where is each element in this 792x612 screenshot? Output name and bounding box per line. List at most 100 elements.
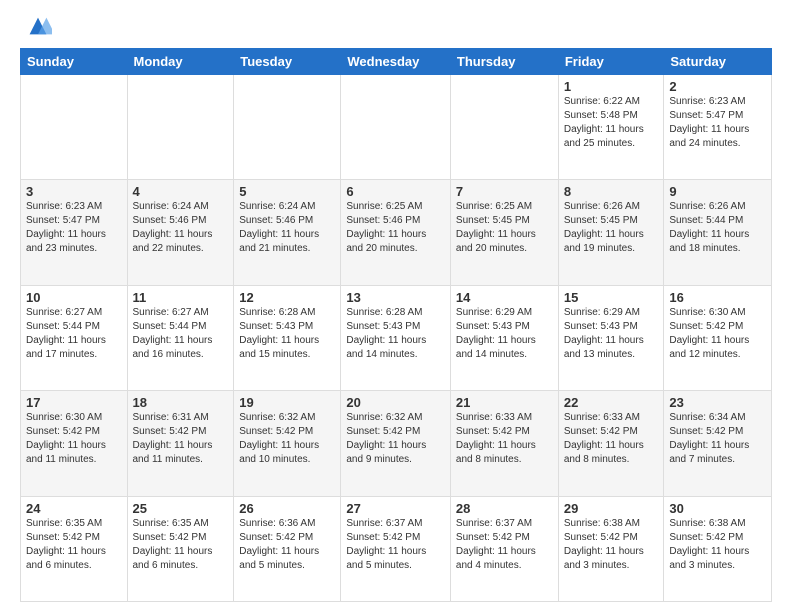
day-number: 8 [564,184,659,199]
calendar-cell: 24Sunrise: 6:35 AM Sunset: 5:42 PM Dayli… [21,496,128,601]
calendar-cell: 16Sunrise: 6:30 AM Sunset: 5:42 PM Dayli… [664,285,772,390]
day-info: Sunrise: 6:25 AM Sunset: 5:45 PM Dayligh… [456,200,553,256]
calendar-header-thursday: Thursday [450,49,558,75]
calendar-cell: 17Sunrise: 6:30 AM Sunset: 5:42 PM Dayli… [21,391,128,496]
day-info: Sunrise: 6:33 AM Sunset: 5:42 PM Dayligh… [564,411,659,467]
calendar-cell [127,75,234,180]
calendar-cell: 15Sunrise: 6:29 AM Sunset: 5:43 PM Dayli… [558,285,664,390]
calendar-cell: 7Sunrise: 6:25 AM Sunset: 5:45 PM Daylig… [450,180,558,285]
day-info: Sunrise: 6:26 AM Sunset: 5:45 PM Dayligh… [564,200,659,256]
day-info: Sunrise: 6:24 AM Sunset: 5:46 PM Dayligh… [239,200,335,256]
calendar-cell [341,75,451,180]
day-number: 22 [564,395,659,410]
calendar-header-friday: Friday [558,49,664,75]
calendar-week-4: 24Sunrise: 6:35 AM Sunset: 5:42 PM Dayli… [21,496,772,601]
calendar-cell: 28Sunrise: 6:37 AM Sunset: 5:42 PM Dayli… [450,496,558,601]
calendar-cell: 30Sunrise: 6:38 AM Sunset: 5:42 PM Dayli… [664,496,772,601]
day-number: 29 [564,501,659,516]
calendar-cell: 4Sunrise: 6:24 AM Sunset: 5:46 PM Daylig… [127,180,234,285]
calendar-week-1: 3Sunrise: 6:23 AM Sunset: 5:47 PM Daylig… [21,180,772,285]
calendar-week-3: 17Sunrise: 6:30 AM Sunset: 5:42 PM Dayli… [21,391,772,496]
calendar-cell: 12Sunrise: 6:28 AM Sunset: 5:43 PM Dayli… [234,285,341,390]
calendar-cell: 20Sunrise: 6:32 AM Sunset: 5:42 PM Dayli… [341,391,451,496]
day-number: 5 [239,184,335,199]
day-number: 7 [456,184,553,199]
page-header [20,16,772,40]
calendar-week-2: 10Sunrise: 6:27 AM Sunset: 5:44 PM Dayli… [21,285,772,390]
day-info: Sunrise: 6:28 AM Sunset: 5:43 PM Dayligh… [346,306,445,362]
day-info: Sunrise: 6:35 AM Sunset: 5:42 PM Dayligh… [133,517,229,573]
day-number: 26 [239,501,335,516]
day-number: 18 [133,395,229,410]
day-number: 12 [239,290,335,305]
day-number: 30 [669,501,766,516]
day-info: Sunrise: 6:32 AM Sunset: 5:42 PM Dayligh… [239,411,335,467]
day-number: 6 [346,184,445,199]
day-info: Sunrise: 6:24 AM Sunset: 5:46 PM Dayligh… [133,200,229,256]
day-number: 10 [26,290,122,305]
day-info: Sunrise: 6:23 AM Sunset: 5:47 PM Dayligh… [26,200,122,256]
calendar-header-saturday: Saturday [664,49,772,75]
day-info: Sunrise: 6:27 AM Sunset: 5:44 PM Dayligh… [26,306,122,362]
calendar-header-tuesday: Tuesday [234,49,341,75]
day-number: 23 [669,395,766,410]
logo-icon [24,12,52,40]
day-number: 17 [26,395,122,410]
day-number: 14 [456,290,553,305]
calendar-table: SundayMondayTuesdayWednesdayThursdayFrid… [20,48,772,602]
day-info: Sunrise: 6:37 AM Sunset: 5:42 PM Dayligh… [456,517,553,573]
calendar-cell: 3Sunrise: 6:23 AM Sunset: 5:47 PM Daylig… [21,180,128,285]
day-info: Sunrise: 6:26 AM Sunset: 5:44 PM Dayligh… [669,200,766,256]
day-info: Sunrise: 6:31 AM Sunset: 5:42 PM Dayligh… [133,411,229,467]
calendar-cell: 26Sunrise: 6:36 AM Sunset: 5:42 PM Dayli… [234,496,341,601]
day-info: Sunrise: 6:33 AM Sunset: 5:42 PM Dayligh… [456,411,553,467]
calendar-cell: 10Sunrise: 6:27 AM Sunset: 5:44 PM Dayli… [21,285,128,390]
day-number: 20 [346,395,445,410]
calendar-header-wednesday: Wednesday [341,49,451,75]
day-number: 19 [239,395,335,410]
calendar-week-0: 1Sunrise: 6:22 AM Sunset: 5:48 PM Daylig… [21,75,772,180]
day-info: Sunrise: 6:37 AM Sunset: 5:42 PM Dayligh… [346,517,445,573]
day-info: Sunrise: 6:30 AM Sunset: 5:42 PM Dayligh… [669,306,766,362]
day-info: Sunrise: 6:30 AM Sunset: 5:42 PM Dayligh… [26,411,122,467]
calendar-cell: 14Sunrise: 6:29 AM Sunset: 5:43 PM Dayli… [450,285,558,390]
calendar-cell: 27Sunrise: 6:37 AM Sunset: 5:42 PM Dayli… [341,496,451,601]
day-info: Sunrise: 6:36 AM Sunset: 5:42 PM Dayligh… [239,517,335,573]
calendar-cell: 1Sunrise: 6:22 AM Sunset: 5:48 PM Daylig… [558,75,664,180]
calendar-header-row: SundayMondayTuesdayWednesdayThursdayFrid… [21,49,772,75]
calendar-cell: 22Sunrise: 6:33 AM Sunset: 5:42 PM Dayli… [558,391,664,496]
day-info: Sunrise: 6:38 AM Sunset: 5:42 PM Dayligh… [669,517,766,573]
day-number: 27 [346,501,445,516]
day-number: 2 [669,79,766,94]
day-info: Sunrise: 6:22 AM Sunset: 5:48 PM Dayligh… [564,95,659,151]
day-info: Sunrise: 6:27 AM Sunset: 5:44 PM Dayligh… [133,306,229,362]
day-info: Sunrise: 6:35 AM Sunset: 5:42 PM Dayligh… [26,517,122,573]
day-info: Sunrise: 6:38 AM Sunset: 5:42 PM Dayligh… [564,517,659,573]
day-number: 28 [456,501,553,516]
day-number: 16 [669,290,766,305]
day-info: Sunrise: 6:29 AM Sunset: 5:43 PM Dayligh… [564,306,659,362]
calendar-cell: 13Sunrise: 6:28 AM Sunset: 5:43 PM Dayli… [341,285,451,390]
logo [20,16,52,40]
calendar-cell: 21Sunrise: 6:33 AM Sunset: 5:42 PM Dayli… [450,391,558,496]
day-number: 1 [564,79,659,94]
calendar-header-sunday: Sunday [21,49,128,75]
calendar-cell: 6Sunrise: 6:25 AM Sunset: 5:46 PM Daylig… [341,180,451,285]
day-number: 3 [26,184,122,199]
day-info: Sunrise: 6:23 AM Sunset: 5:47 PM Dayligh… [669,95,766,151]
calendar-cell: 2Sunrise: 6:23 AM Sunset: 5:47 PM Daylig… [664,75,772,180]
day-number: 21 [456,395,553,410]
calendar-cell: 5Sunrise: 6:24 AM Sunset: 5:46 PM Daylig… [234,180,341,285]
day-number: 24 [26,501,122,516]
day-info: Sunrise: 6:34 AM Sunset: 5:42 PM Dayligh… [669,411,766,467]
calendar-cell: 9Sunrise: 6:26 AM Sunset: 5:44 PM Daylig… [664,180,772,285]
day-number: 25 [133,501,229,516]
day-number: 11 [133,290,229,305]
calendar-cell [21,75,128,180]
calendar-cell: 8Sunrise: 6:26 AM Sunset: 5:45 PM Daylig… [558,180,664,285]
calendar-cell: 23Sunrise: 6:34 AM Sunset: 5:42 PM Dayli… [664,391,772,496]
calendar-cell: 25Sunrise: 6:35 AM Sunset: 5:42 PM Dayli… [127,496,234,601]
calendar-cell [234,75,341,180]
day-number: 9 [669,184,766,199]
calendar-cell: 29Sunrise: 6:38 AM Sunset: 5:42 PM Dayli… [558,496,664,601]
